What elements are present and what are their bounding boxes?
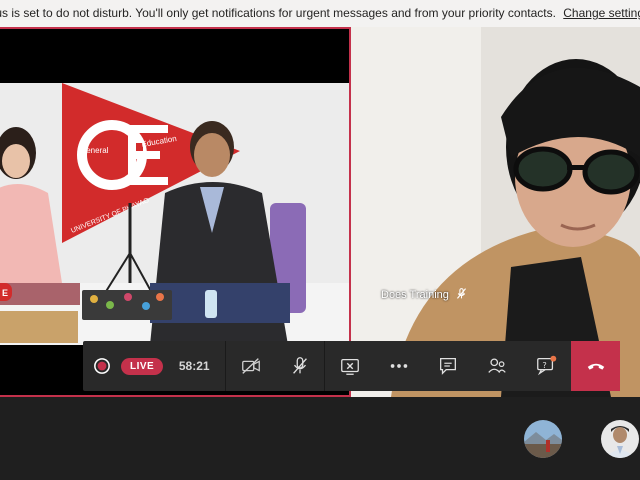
- dnd-status-banner: tus is set to do not disturb. You'll onl…: [0, 0, 640, 27]
- participant-name: Does Training: [381, 289, 449, 301]
- participant-name-tag: Does Training: [381, 287, 468, 303]
- participant-avatar-landscape[interactable]: [524, 420, 562, 458]
- chat-icon: [439, 358, 456, 375]
- studio-scene: General Education UNIVERSITY OF PHAYAO G…: [0, 83, 349, 345]
- live-badge: LIVE: [121, 357, 164, 375]
- recording-indicator[interactable]: [83, 341, 121, 391]
- qna-button[interactable]: ?: [521, 341, 570, 391]
- meeting-timer: 58:21: [178, 359, 210, 373]
- bottom-participant-strip: [0, 397, 640, 480]
- dnd-banner-text: tus is set to do not disturb. You'll onl…: [0, 6, 556, 20]
- camera-toggle-button[interactable]: [226, 341, 275, 391]
- hang-up-icon: [587, 363, 604, 370]
- record-icon: [94, 358, 110, 374]
- leave-meeting-button[interactable]: [571, 341, 620, 391]
- camera-off-icon: [241, 358, 260, 374]
- meeting-controls-bar: LIVE 58:21 ?: [83, 341, 620, 391]
- more-horizontal-icon: [390, 364, 407, 368]
- participants-icon: [487, 358, 506, 373]
- chat-button[interactable]: [423, 341, 472, 391]
- change-settings-link[interactable]: Change settings.: [563, 6, 640, 20]
- stop-share-button[interactable]: [325, 341, 374, 391]
- participant-avatar-man[interactable]: [601, 420, 639, 458]
- side-badge-text: E: [2, 288, 8, 298]
- live-studio-video: General Education UNIVERSITY OF PHAYAO G…: [0, 83, 349, 345]
- microphone-off-icon: [292, 357, 307, 374]
- question-answer-icon: ?: [536, 355, 557, 376]
- mic-off-icon: [455, 287, 468, 303]
- stop-sharing-icon: [340, 358, 359, 375]
- more-actions-button[interactable]: [374, 341, 423, 391]
- mic-toggle-button[interactable]: [275, 341, 324, 391]
- pennant-text-general: General: [80, 146, 109, 155]
- svg-text:?: ?: [542, 360, 546, 370]
- participants-button[interactable]: [472, 341, 521, 391]
- meeting-stage: General Education UNIVERSITY OF PHAYAO G…: [0, 27, 640, 397]
- avatar: [601, 420, 639, 458]
- live-indicator: LIVE: [121, 341, 164, 391]
- avatar: [524, 420, 562, 458]
